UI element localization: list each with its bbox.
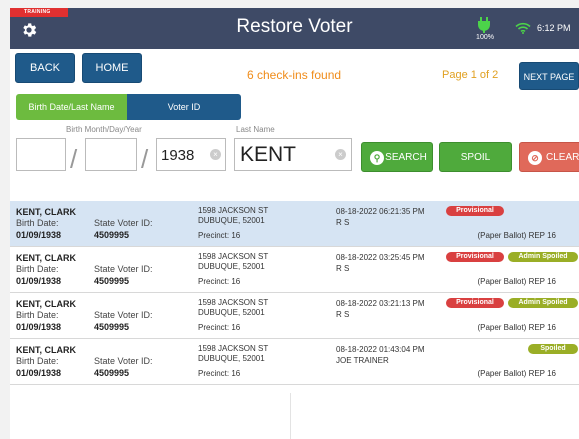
next-page-button[interactable]: NEXT PAGE bbox=[519, 62, 579, 90]
voter-id-option[interactable]: Voter ID bbox=[127, 94, 241, 120]
voter-name: KENT, CLARK bbox=[16, 253, 76, 263]
battery-charging-icon bbox=[478, 17, 490, 33]
search-icon: ⚲ bbox=[370, 151, 384, 165]
voter-name: KENT, CLARK bbox=[16, 207, 76, 217]
birth-date-value: 01/09/1938 bbox=[16, 276, 62, 286]
birth-date-label: Birth Date: bbox=[16, 218, 59, 228]
checkin-results-list: KENT, CLARK Birth Date: 01/09/1938 State… bbox=[10, 201, 579, 385]
birth-date-label: Birth Date: bbox=[16, 264, 59, 274]
spoiled-badge: Spoiled bbox=[528, 344, 578, 354]
date-separator: / bbox=[70, 144, 78, 174]
last-name-value: KENT bbox=[240, 143, 297, 166]
precinct: Precinct: 16 bbox=[198, 323, 241, 332]
address-line2: DUBUQUE, 52001 bbox=[198, 354, 265, 363]
list-item[interactable]: KENT, CLARK Birth Date: 01/09/1938 State… bbox=[10, 293, 579, 339]
battery-percent: 100% bbox=[476, 34, 494, 41]
voter-id-value: 4509995 bbox=[94, 230, 130, 240]
address-line2: DUBUQUE, 52001 bbox=[198, 308, 265, 317]
voter-id-label: State Voter ID: bbox=[94, 218, 153, 228]
back-button[interactable]: BACK bbox=[15, 53, 75, 83]
address-line2: DUBUQUE, 52001 bbox=[198, 262, 265, 271]
clock: 6:12 PM bbox=[537, 23, 571, 33]
checkin-user: R S bbox=[336, 310, 350, 319]
spoil-button[interactable]: SPOIL bbox=[439, 142, 512, 172]
list-item[interactable]: KENT, CLARK Birth Date: 01/09/1938 State… bbox=[10, 247, 579, 293]
birth-year-value: 1938 bbox=[161, 147, 195, 164]
clear-lastname-icon[interactable]: × bbox=[335, 149, 346, 160]
clear-button[interactable]: ⊘ CLEAR bbox=[519, 142, 579, 172]
checkin-user: R S bbox=[336, 218, 350, 227]
address-line2: DUBUQUE, 52001 bbox=[198, 216, 265, 225]
voter-id-value: 4509995 bbox=[94, 368, 130, 378]
birth-day-field[interactable] bbox=[85, 138, 137, 171]
admin-spoiled-badge: Admin Spoiled bbox=[508, 252, 578, 262]
voter-name: KENT, CLARK bbox=[16, 299, 76, 309]
birth-date-label: Birth Date: bbox=[16, 310, 59, 320]
birth-month-field[interactable] bbox=[16, 138, 66, 171]
checkin-user: JOE TRAINER bbox=[336, 356, 389, 365]
birth-date-value: 01/09/1938 bbox=[16, 368, 62, 378]
address-line1: 1598 JACKSON ST bbox=[198, 344, 269, 353]
date-separator: / bbox=[141, 144, 149, 174]
ballot-info: (Paper Ballot) REP 16 bbox=[477, 277, 556, 286]
checkins-found-text: 6 check-ins found bbox=[247, 68, 342, 82]
provisional-badge: Provisional bbox=[446, 252, 504, 262]
checkin-timestamp: 08-18-2022 06:21:35 PM bbox=[336, 207, 425, 216]
precinct: Precinct: 16 bbox=[198, 277, 241, 286]
voter-id-label: State Voter ID: bbox=[94, 264, 153, 274]
voter-id-value: 4509995 bbox=[94, 322, 130, 332]
precinct: Precinct: 16 bbox=[198, 231, 241, 240]
search-button[interactable]: ⚲ SEARCH bbox=[361, 142, 433, 172]
birth-year-field[interactable]: 1938 × bbox=[156, 138, 226, 171]
birth-date-value: 01/09/1938 bbox=[16, 230, 62, 240]
checkin-user: R S bbox=[336, 264, 350, 273]
birth-date-value: 01/09/1938 bbox=[16, 322, 62, 332]
app-header: TRAINING Restore Voter 100% 6:12 PM bbox=[10, 8, 579, 49]
page-indicator: Page 1 of 2 bbox=[442, 69, 499, 81]
clear-year-icon[interactable]: × bbox=[210, 149, 221, 160]
voter-name: KENT, CLARK bbox=[16, 345, 76, 355]
birth-date-label: Birth Date: bbox=[16, 356, 59, 366]
admin-spoiled-badge: Admin Spoiled bbox=[508, 298, 578, 308]
ballot-info: (Paper Ballot) REP 16 bbox=[477, 323, 556, 332]
list-item[interactable]: KENT, CLARK Birth Date: 01/09/1938 State… bbox=[10, 339, 579, 385]
provisional-badge: Provisional bbox=[446, 298, 504, 308]
home-button[interactable]: HOME bbox=[82, 53, 142, 83]
list-item[interactable]: KENT, CLARK Birth Date: 01/09/1938 State… bbox=[10, 201, 579, 247]
provisional-badge: Provisional bbox=[446, 206, 504, 216]
clear-icon: ⊘ bbox=[528, 151, 542, 165]
voter-id-label: State Voter ID: bbox=[94, 310, 153, 320]
restore-voter-screen: TRAINING Restore Voter 100% 6:12 PM BACK… bbox=[10, 8, 579, 439]
last-name-label: Last Name bbox=[236, 125, 275, 134]
ballot-info: (Paper Ballot) REP 16 bbox=[477, 369, 556, 378]
checkin-timestamp: 08-18-2022 03:25:45 PM bbox=[336, 253, 425, 262]
precinct: Precinct: 16 bbox=[198, 369, 241, 378]
search-mode-toggle: Birth Date/Last Name Voter ID bbox=[16, 94, 241, 120]
birthdate-lastname-option[interactable]: Birth Date/Last Name bbox=[16, 94, 127, 120]
address-line1: 1598 JACKSON ST bbox=[198, 298, 269, 307]
address-line1: 1598 JACKSON ST bbox=[198, 206, 269, 215]
column-divider bbox=[290, 393, 291, 439]
voter-id-label: State Voter ID: bbox=[94, 356, 153, 366]
checkin-timestamp: 08-18-2022 03:21:13 PM bbox=[336, 299, 425, 308]
address-line1: 1598 JACKSON ST bbox=[198, 252, 269, 261]
checkin-timestamp: 08-18-2022 01:43:04 PM bbox=[336, 345, 425, 354]
voter-id-value: 4509995 bbox=[94, 276, 130, 286]
birth-date-label: Birth Month/Day/Year bbox=[66, 125, 142, 134]
wifi-icon bbox=[515, 22, 531, 34]
last-name-field[interactable]: KENT × bbox=[234, 138, 352, 171]
ballot-info: (Paper Ballot) REP 16 bbox=[477, 231, 556, 240]
